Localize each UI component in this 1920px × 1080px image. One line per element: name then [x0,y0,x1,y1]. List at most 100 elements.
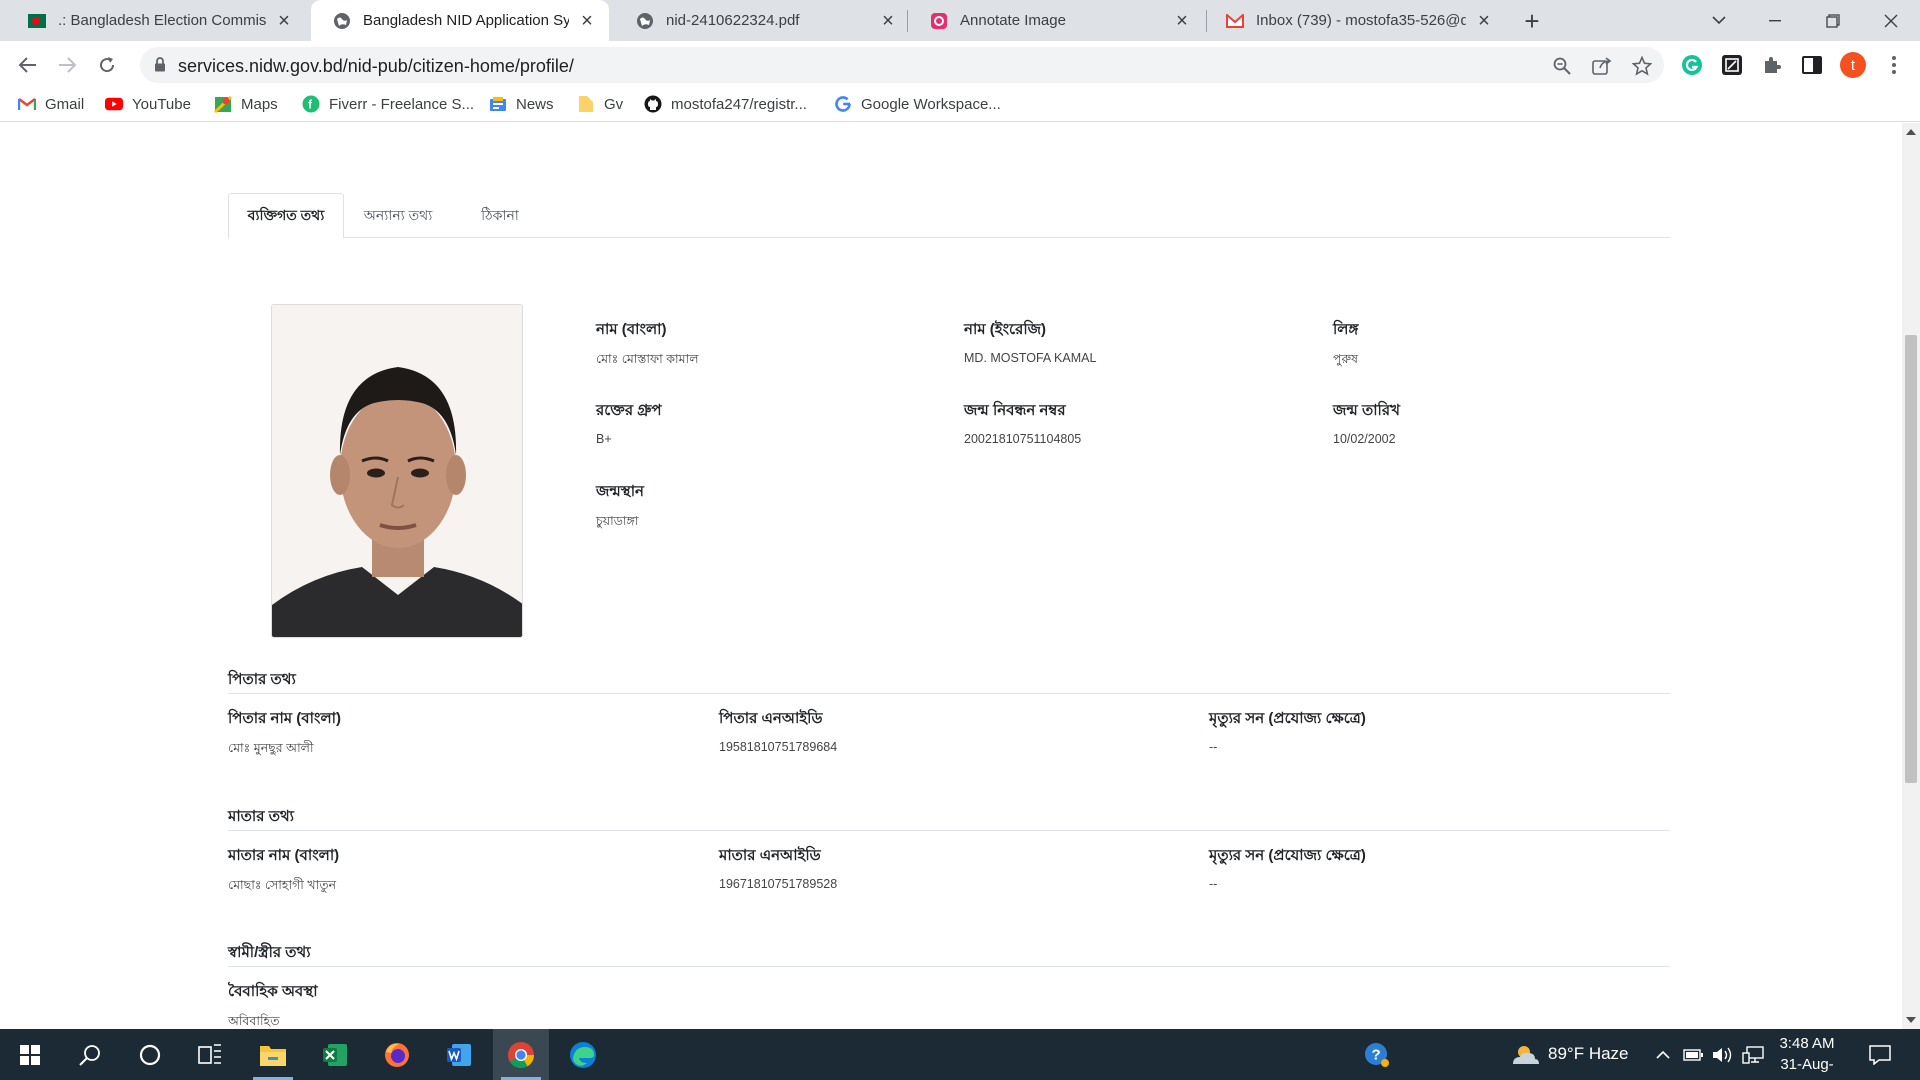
globe-icon [636,12,654,30]
excel-icon[interactable] [307,1029,363,1080]
bookmark-label: Fiverr - Freelance S... [329,95,475,113]
tab-personal-info[interactable]: ব্যক্তিগত তথ্য [228,193,344,239]
network-icon[interactable] [1738,1029,1768,1080]
volume-icon[interactable] [1708,1029,1738,1080]
maps-icon [214,95,232,113]
field-label: মৃত্যুর সন (প্রযোজ্য ক্ষেত্রে) [1209,710,1366,727]
restore-icon[interactable] [1810,0,1856,41]
field-father-name: পিতার নাম (বাংলা) মোঃ মুনছুর আলী [228,707,341,760]
grammarly-extension-icon[interactable] [1680,53,1704,77]
field-label: পিতার এনআইডি [719,710,823,727]
battery-icon[interactable] [1678,1029,1708,1080]
scrollbar-thumb[interactable] [1905,335,1917,783]
windows-start-icon[interactable] [2,1029,58,1080]
close-icon[interactable]: × [577,11,597,31]
bookmark-label: mostofa247/registr... [671,95,807,113]
browser-toolbar: services.nidw.gov.bd/nid-pub/citizen-hom… [0,41,1920,88]
bookmark-folder-gv[interactable]: Gv [577,95,623,113]
weather-text[interactable]: 89°F Haze [1548,1044,1629,1064]
lock-icon[interactable] [154,57,166,77]
google-icon [834,95,852,113]
weather-haze-icon[interactable] [1500,1029,1550,1080]
annotate-app-icon [930,12,948,30]
field-name-english: নাম (ইংরেজি) MD. MOSTOFA KAMAL [964,318,1096,365]
side-panel-icon[interactable] [1800,53,1824,77]
new-tab-button[interactable]: + [1518,8,1546,36]
svg-text:?: ? [1372,1046,1381,1063]
browser-tab-annotate-image[interactable]: Annotate Image × [908,0,1204,41]
field-label: নাম (বাংলা) [596,321,667,338]
globe-icon [333,12,351,30]
field-birth-registration: জন্ম নিবন্ধন নম্বর 20021810751104805 [964,399,1081,446]
browser-tab-election-commission[interactable]: .: Bangladesh Election Commissio × [6,0,306,41]
close-icon[interactable]: × [1474,11,1494,31]
url-text[interactable]: services.nidw.gov.bd/nid-pub/citizen-hom… [178,56,574,77]
field-value: -- [1209,740,1218,754]
forward-arrow-icon[interactable] [51,49,83,81]
reload-icon[interactable] [91,49,123,81]
tab-title: Inbox (739) - mostofa35-526@di [1256,12,1466,29]
folder-icon [577,95,595,113]
tab-search-chevron-icon[interactable] [1696,0,1742,41]
bookmarks-bar: Gmail YouTube Maps f Fiverr - Freelance … [0,88,1920,122]
bookmark-star-icon[interactable] [1631,55,1653,77]
extension-app-icon[interactable] [1720,53,1744,77]
close-icon[interactable]: × [274,11,294,31]
zoom-icon[interactable] [1551,55,1573,77]
bookmark-youtube[interactable]: YouTube [105,95,191,113]
bookmark-label: News [516,95,554,113]
edge-icon[interactable] [555,1029,611,1080]
bookmark-maps[interactable]: Maps [214,95,278,113]
extensions-puzzle-icon[interactable] [1760,53,1784,77]
bookmark-github[interactable]: mostofa247/registr... [644,95,807,113]
tray-chevron-up-icon[interactable] [1648,1029,1678,1080]
chrome-icon[interactable] [493,1029,549,1080]
browser-tab-gmail-inbox[interactable]: Inbox (739) - mostofa35-526@di × [1204,0,1506,41]
bookmark-label: Gv [604,95,624,113]
tab-title: Annotate Image [960,12,1066,29]
notification-center-icon[interactable] [1852,1029,1908,1080]
field-birthplace: জন্মস্থান চুয়াডাঙ্গা [596,480,644,533]
close-icon[interactable]: × [1172,11,1192,31]
firefox-icon[interactable] [369,1029,425,1080]
section-divider [228,830,1670,831]
back-arrow-icon[interactable] [12,49,44,81]
field-label: মৃত্যুর সন (প্রযোজ্য ক্ষেত্রে) [1209,847,1366,864]
browser-tab-strip: .: Bangladesh Election Commissio × Bangl… [0,0,1920,41]
browser-tab-nid-application[interactable]: Bangladesh NID Application Syst × [311,0,609,41]
tab-title: .: Bangladesh Election Commissio [58,12,266,29]
browser-tab-nid-pdf[interactable]: nid-2410622324.pdf × [614,0,910,41]
tab-address[interactable]: ঠিকানা [452,193,548,238]
system-clock[interactable]: 3:48 AM 31-Aug-22 [1772,1033,1842,1080]
citizen-photo [271,304,523,638]
github-icon [644,95,662,113]
bookmark-label: Google Workspace... [861,95,1001,113]
page-scrollbar[interactable] [1902,123,1920,1029]
scroll-down-arrow-icon[interactable] [1906,1017,1916,1023]
search-icon[interactable] [62,1029,118,1080]
tab-other-info[interactable]: অন্যান্য তথ্য [344,193,452,238]
field-label: পিতার নাম (বাংলা) [228,710,341,727]
task-view-icon[interactable] [182,1029,238,1080]
share-icon[interactable] [1591,55,1613,77]
field-mother-death-year: মৃত্যুর সন (প্রযোজ্য ক্ষেত্রে) -- [1209,844,1366,891]
file-explorer-icon[interactable] [245,1029,301,1080]
bookmark-google-workspace[interactable]: Google Workspace... [834,95,1001,113]
kebab-menu-icon[interactable] [1882,53,1906,77]
close-icon[interactable]: × [878,11,898,31]
window-close-icon[interactable] [1868,0,1914,41]
cortana-icon[interactable] [122,1029,178,1080]
bookmark-gmail[interactable]: Gmail [18,95,84,113]
scroll-up-arrow-icon[interactable] [1906,129,1916,135]
bookmark-fiverr[interactable]: f Fiverr - Freelance S... [302,95,474,113]
profile-avatar[interactable]: t [1840,52,1866,78]
minimize-icon[interactable] [1752,0,1798,41]
field-gender: লিঙ্গ পুরুষ [1333,318,1358,371]
profile-tabs: ব্যক্তিগত তথ্য অন্যান্য তথ্য ঠিকানা [228,193,1670,239]
address-bar[interactable]: services.nidw.gov.bd/nid-pub/citizen-hom… [140,47,1664,83]
bookmark-news[interactable]: News [489,95,554,113]
word-icon[interactable] [431,1029,487,1080]
field-father-nid: পিতার এনআইডি 19581810751789684 [719,707,837,754]
field-value: B+ [596,432,612,446]
help-icon[interactable]: ? [1352,1029,1402,1080]
